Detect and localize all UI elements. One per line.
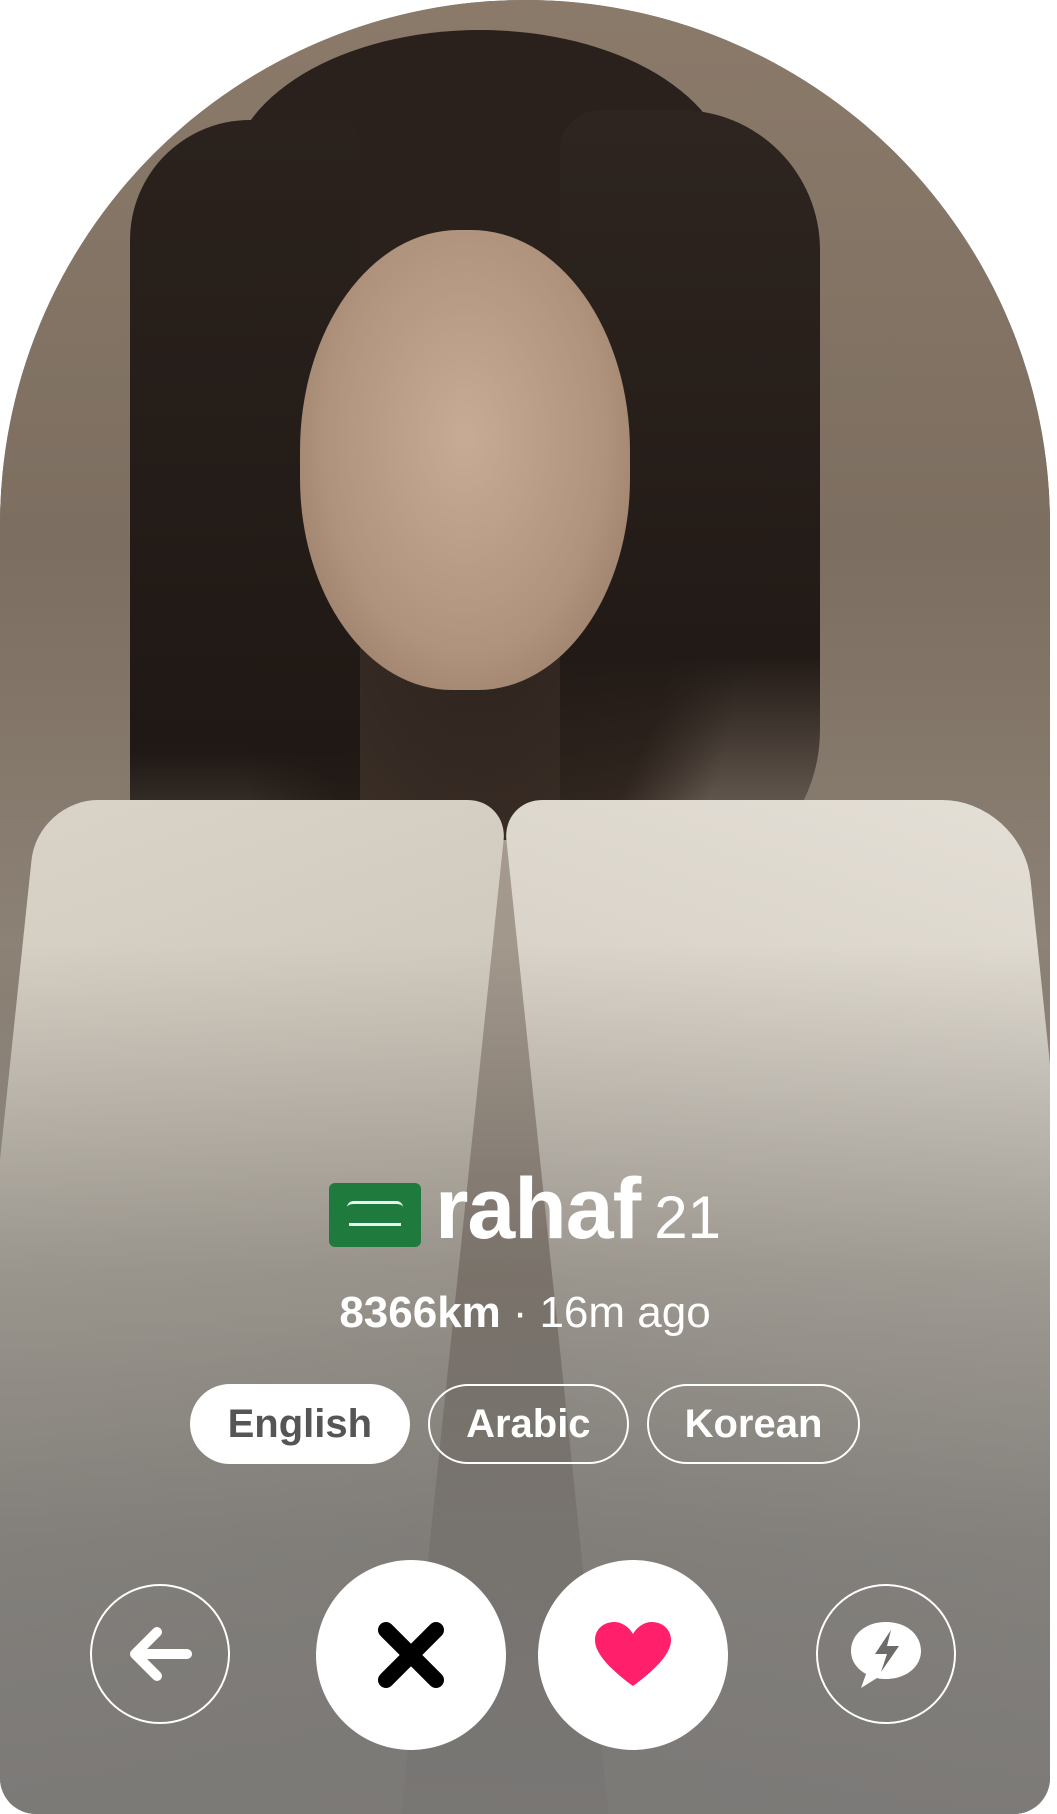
profile-name: rahaf bbox=[434, 1161, 641, 1257]
meta-separator: · bbox=[512, 1288, 528, 1337]
heart-icon bbox=[595, 1622, 671, 1686]
language-chip-arabic[interactable]: Arabic bbox=[428, 1384, 629, 1464]
profile-meta: 8366km · 16m ago bbox=[0, 1288, 1050, 1338]
boost-button[interactable] bbox=[816, 1584, 956, 1724]
photo-gradient-overlay bbox=[0, 0, 1050, 1814]
x-icon bbox=[378, 1622, 444, 1688]
language-chip-korean[interactable]: Korean bbox=[646, 1384, 861, 1464]
last-active-text: 16m ago bbox=[539, 1288, 711, 1337]
profile-card[interactable]: rahaf 21 8366km · 16m ago English Arabic K… bbox=[0, 0, 1050, 1814]
distance-text: 8366km bbox=[339, 1288, 501, 1337]
back-button[interactable] bbox=[90, 1584, 230, 1724]
language-chip-english[interactable]: English bbox=[189, 1384, 411, 1464]
action-bar bbox=[0, 1560, 1050, 1750]
lightning-chat-icon bbox=[851, 1622, 921, 1688]
profile-age: 21 bbox=[654, 1184, 722, 1251]
saudi-arabia-flag-icon bbox=[328, 1182, 421, 1247]
language-chips: English Arabic Korean bbox=[0, 1384, 1050, 1464]
like-button[interactable] bbox=[538, 1560, 728, 1750]
arrow-left-icon bbox=[130, 1627, 192, 1681]
nope-button[interactable] bbox=[316, 1560, 506, 1750]
name-row: rahaf 21 bbox=[0, 1160, 1050, 1259]
